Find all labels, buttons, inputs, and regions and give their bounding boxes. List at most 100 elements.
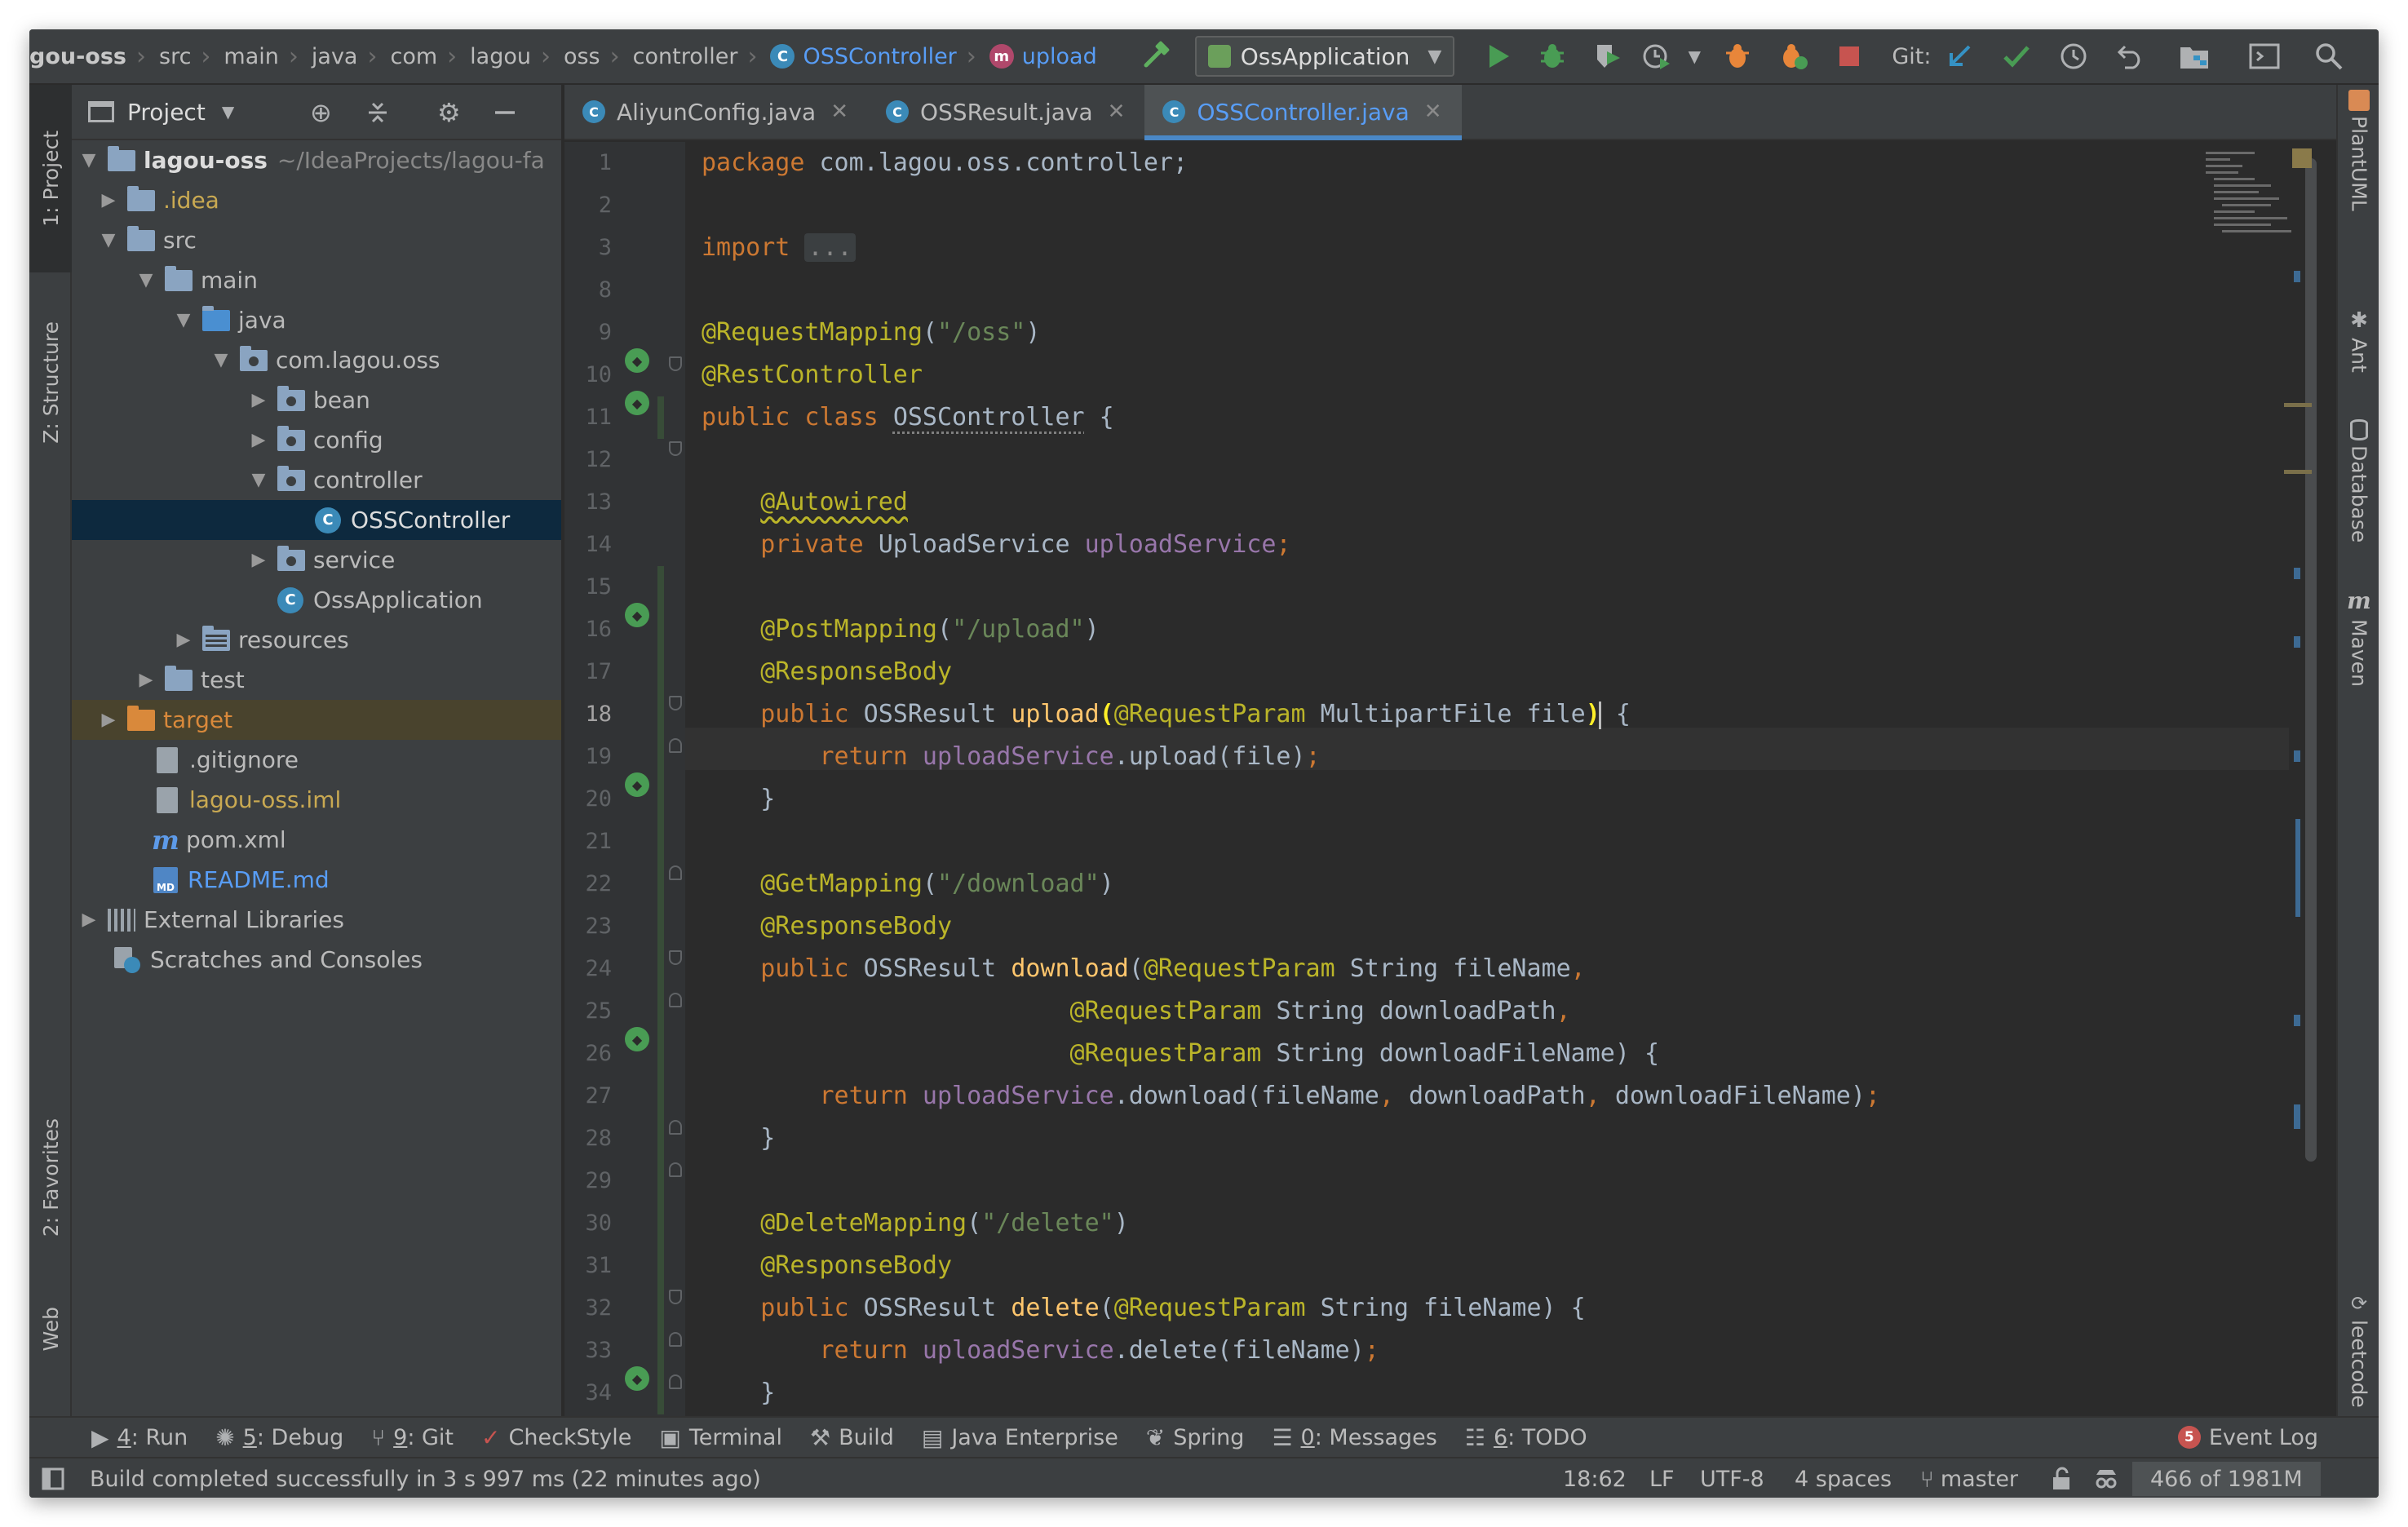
inspection-status-icon[interactable] xyxy=(2292,148,2312,168)
tool-tab-web[interactable]: Web xyxy=(29,1284,72,1374)
fold-marker-icon[interactable] xyxy=(669,1290,682,1304)
request-mapping-gutter-icon[interactable]: ◆ xyxy=(625,772,649,797)
spring-bean-gutter-icon[interactable]: ◆ xyxy=(625,348,649,373)
tree-item-config[interactable]: ▶ config xyxy=(72,420,561,460)
code-line[interactable]: } xyxy=(702,1118,775,1160)
file-encoding[interactable]: UTF-8 xyxy=(1700,1458,1764,1498)
tree-item-scratches[interactable]: Scratches and Consoles xyxy=(72,940,561,980)
git-branch-widget[interactable]: ⑂ master xyxy=(1920,1458,2018,1498)
attach-debugger-icon[interactable] xyxy=(1711,29,1766,84)
line-number[interactable]: 17 xyxy=(564,651,612,693)
expanded-arrow-icon[interactable]: ▼ xyxy=(209,350,233,370)
fold-marker-icon[interactable] xyxy=(669,950,682,965)
line-number[interactable]: 14 xyxy=(564,524,612,566)
code-line[interactable]: @RestController xyxy=(702,354,923,396)
tool-tab-terminal[interactable]: ▣ Terminal xyxy=(659,1424,782,1451)
code-line[interactable]: @PostMapping("/upload") xyxy=(702,609,1099,651)
tree-item-pom[interactable]: m pom.xml xyxy=(72,820,561,860)
stop-icon[interactable] xyxy=(1821,29,1877,84)
code-line[interactable]: package com.lagou.oss.controller; xyxy=(702,142,1188,184)
code-line[interactable]: public class OSSController { xyxy=(702,396,1114,439)
line-number[interactable]: 26 xyxy=(564,1033,612,1075)
coverage-shield-icon[interactable] xyxy=(1580,29,1636,84)
tree-item-main[interactable]: ▼ main xyxy=(72,260,561,300)
line-number[interactable]: 10 xyxy=(564,354,612,396)
collapsed-arrow-icon[interactable]: ▶ xyxy=(171,630,196,650)
folded-imports[interactable]: ... xyxy=(804,233,856,262)
line-number[interactable]: 12 xyxy=(564,439,612,481)
tool-tab-todo[interactable]: ☷ 6: TODO xyxy=(1465,1424,1587,1451)
collapsed-arrow-icon[interactable]: ▶ xyxy=(96,710,121,730)
tree-item-readme[interactable]: MD README.md xyxy=(72,860,561,900)
fold-marker-icon[interactable] xyxy=(669,1374,682,1389)
collapsed-arrow-icon[interactable]: ▶ xyxy=(134,670,158,690)
tree-item-service[interactable]: ▶ service xyxy=(72,540,561,580)
code-line[interactable]: @Autowired xyxy=(702,481,908,524)
tool-tab-git[interactable]: ⑂ 9: Git xyxy=(371,1424,454,1451)
code-minimap[interactable] xyxy=(2206,152,2291,315)
close-icon[interactable]: ✕ xyxy=(830,100,848,124)
breadcrumb-method[interactable]: m upload xyxy=(985,29,1097,84)
code-editor[interactable]: 1 2 3 8 9 10 11 12 13 14 15 16 17 18 19 20 21 22 23 24 25 26 2… xyxy=(564,142,2336,1416)
tree-item-src[interactable]: ▼ src xyxy=(72,220,561,260)
line-number[interactable]: 16 xyxy=(564,609,612,651)
code-line[interactable]: return uploadService.upload(file); xyxy=(702,736,1321,778)
tree-item-target[interactable]: ▶ target xyxy=(72,700,561,740)
terminal-window-icon[interactable] xyxy=(2229,29,2300,84)
line-number[interactable]: 22 xyxy=(564,863,612,905)
tool-tab-project[interactable]: 1: Project xyxy=(29,85,72,272)
locate-crosshair-icon[interactable]: ⊕ xyxy=(310,85,332,140)
build-hammer-icon[interactable] xyxy=(1141,29,1172,84)
breadcrumb-main[interactable]: main xyxy=(219,29,278,84)
tree-item-controller[interactable]: ▼ controller xyxy=(72,460,561,500)
line-number[interactable]: 21 xyxy=(564,821,612,863)
tree-item-root[interactable]: ▼ lagou-oss ~/IdeaProjects/lagou-fa xyxy=(72,140,561,180)
line-number[interactable]: 1 xyxy=(564,142,612,184)
tool-tab-spring[interactable]: ❦ Spring xyxy=(1146,1424,1245,1451)
tree-item-osscontroller[interactable]: C OSSController xyxy=(72,500,561,540)
request-mapping-gutter-icon[interactable]: ◆ xyxy=(625,1027,649,1051)
breadcrumb-lagou[interactable]: lagou xyxy=(465,29,531,84)
line-number[interactable]: 9 xyxy=(564,312,612,354)
code-line[interactable]: @RequestParam String downloadFileName) { xyxy=(702,1033,1659,1075)
code-line[interactable]: @RequestParam String downloadPath, xyxy=(702,990,1571,1033)
line-number[interactable]: 15 xyxy=(564,566,612,609)
line-number[interactable]: 29 xyxy=(564,1160,612,1202)
breadcrumb-java[interactable]: java xyxy=(307,29,358,84)
tool-tab-maven[interactable]: m Maven xyxy=(2338,587,2379,687)
line-number[interactable]: 31 xyxy=(564,1245,612,1287)
breadcrumb-class[interactable]: C OSSController xyxy=(765,29,957,84)
project-view-selector[interactable]: Project xyxy=(127,99,206,126)
toggle-tool-windows-icon[interactable] xyxy=(41,1458,65,1498)
tree-item-ossapplication[interactable]: C OssApplication xyxy=(72,580,561,620)
line-number[interactable]: 8 xyxy=(564,269,612,312)
code-line[interactable]: import ... xyxy=(702,227,856,269)
expanded-arrow-icon[interactable]: ▼ xyxy=(134,270,158,290)
caret-position[interactable]: 18:62 xyxy=(1563,1458,1627,1498)
tree-item-idea[interactable]: ▶ .idea xyxy=(72,180,561,220)
code-line[interactable]: @RequestMapping("/oss") xyxy=(702,312,1040,354)
line-number[interactable]: 34 xyxy=(564,1372,612,1414)
rollback-icon[interactable] xyxy=(2102,29,2159,84)
fold-marker-icon[interactable] xyxy=(669,696,682,710)
tool-tab-structure[interactable]: Z: Structure xyxy=(29,289,72,476)
fold-marker-icon[interactable] xyxy=(669,1120,682,1135)
tree-item-bean[interactable]: ▶ bean xyxy=(72,380,561,420)
line-number[interactable]: 11 xyxy=(564,396,612,439)
line-number[interactable]: 2 xyxy=(564,184,612,227)
gear-icon[interactable]: ⚙ xyxy=(437,85,461,140)
code-line[interactable]: private UploadService uploadService; xyxy=(702,524,1290,566)
line-number[interactable]: 24 xyxy=(564,948,612,990)
spring-bean-gutter-icon[interactable]: ◆ xyxy=(625,391,649,415)
tree-item-iml[interactable]: lagou-oss.iml xyxy=(72,780,561,820)
fold-marker-icon[interactable] xyxy=(669,865,682,880)
tree-item-test[interactable]: ▶ test xyxy=(72,660,561,700)
code-line[interactable]: @GetMapping("/download") xyxy=(702,863,1114,905)
line-number[interactable]: 27 xyxy=(564,1075,612,1118)
breadcrumb-project[interactable]: gou-oss xyxy=(29,29,126,84)
fold-marker-icon[interactable] xyxy=(669,993,682,1007)
code-line[interactable]: } xyxy=(702,1372,775,1414)
code-line[interactable]: public OSSResult upload(@RequestParam Mu… xyxy=(702,693,1631,736)
line-number[interactable]: 33 xyxy=(564,1330,612,1372)
collapsed-arrow-icon[interactable]: ▶ xyxy=(246,390,271,410)
